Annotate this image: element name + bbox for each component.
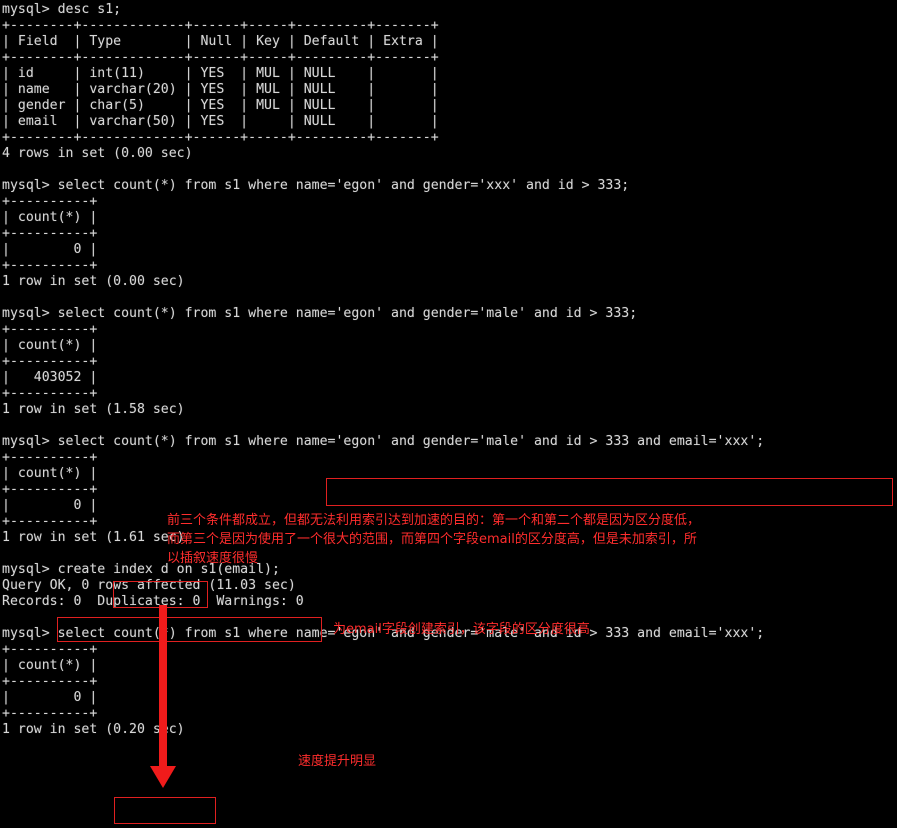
annotation-create-index-note: 为email字段创建索引，该字段的区分度很高 — [333, 622, 590, 637]
annotation-arrow-shaft — [159, 605, 167, 770]
annotation-slow-explanation-line2: 而第三个是因为使用了一个很大的范围，而第四个字段email的区分度高，但是未加索… — [167, 532, 697, 547]
annotation-arrow-head-icon — [150, 766, 176, 788]
mysql-terminal-window: mysql> desc s1; +--------+-------------+… — [0, 0, 897, 828]
annotation-slow-explanation-line3: 以插叙速度很慢 — [167, 551, 259, 566]
annotation-slow-explanation-line1: 前三个条件都成立，但都无法利用索引达到加速的目的：第一个和第二个都是因为区分度低… — [167, 513, 701, 528]
annotation-speedup-note: 速度提升明显 — [298, 754, 377, 769]
highlight-box-fast-timing — [114, 797, 216, 824]
